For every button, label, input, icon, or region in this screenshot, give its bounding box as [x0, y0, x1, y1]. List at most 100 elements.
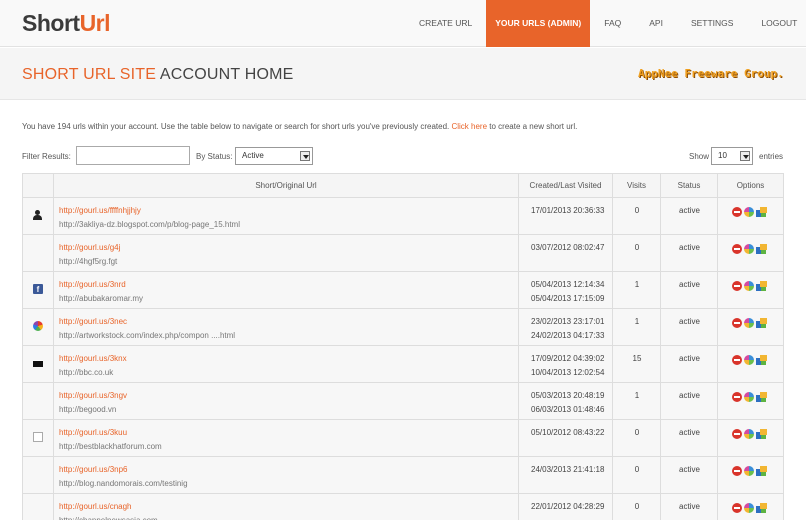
visits-count: 1: [634, 391, 640, 400]
options-cell: [717, 235, 784, 271]
status-value: active: [679, 465, 700, 474]
stats-icon[interactable]: [744, 244, 754, 254]
delete-icon[interactable]: [732, 392, 742, 402]
edit-icon[interactable]: [756, 503, 767, 514]
entries-select[interactable]: 10: [711, 147, 753, 165]
nav-your-urls-admin[interactable]: YOUR URLS (ADMIN): [486, 0, 591, 47]
short-url-link[interactable]: http://gourl.us/cnagh: [59, 502, 132, 511]
urls-table: Short/Original Url Created/Last Visited …: [22, 173, 784, 520]
nav-logout[interactable]: LOGOUT: [747, 0, 806, 47]
stats-icon[interactable]: [744, 318, 754, 328]
favicon-cell: f: [22, 272, 53, 308]
status-value: active: [679, 243, 700, 252]
delete-icon[interactable]: [732, 503, 742, 513]
options-cell: [717, 420, 784, 456]
created-date: 17/01/2013 20:36:33: [531, 206, 605, 215]
last-visited-date: 05/04/2013 17:15:09: [531, 294, 605, 303]
row-options: [732, 207, 767, 218]
nav-create-url[interactable]: CREATE URL: [405, 0, 486, 47]
edit-icon[interactable]: [756, 281, 767, 292]
edit-icon[interactable]: [756, 429, 767, 440]
watermark: AppNee Freeware Group.: [638, 67, 784, 80]
favicon-cell: [22, 346, 53, 382]
status-value: active: [679, 206, 700, 215]
status-select[interactable]: Active: [235, 147, 313, 165]
short-url-link[interactable]: http://gourl.us/ffffnhjjhjy: [59, 206, 141, 215]
stats-icon[interactable]: [744, 392, 754, 402]
original-url: http://bestblackhatforum.com: [59, 442, 162, 451]
delete-icon[interactable]: [732, 318, 742, 328]
edit-icon[interactable]: [756, 392, 767, 403]
short-url-link[interactable]: http://gourl.us/3np6: [59, 465, 128, 474]
delete-icon[interactable]: [732, 466, 742, 476]
colorball-icon: [33, 321, 43, 331]
bbc-icon: [33, 360, 43, 367]
short-url-link[interactable]: http://gourl.us/3ngv: [59, 391, 127, 400]
logo-part-url: Url: [79, 10, 111, 36]
status-cell: active: [660, 235, 717, 271]
title-bar: SHORT URL SITE ACCOUNT HOME AppNee Freew…: [0, 48, 806, 100]
last-visited-date: 06/03/2013 01:48:46: [531, 405, 605, 414]
nav-faq[interactable]: FAQ: [590, 0, 635, 47]
url-cell: http://gourl.us/ffffnhjjhjy http://3akliy…: [53, 198, 518, 234]
table-row: http://gourl.us/g4j http://4hgf5rg.fgt 03/…: [22, 235, 784, 272]
url-cell: http://gourl.us/3np6 http://blog.nandomor…: [53, 457, 518, 493]
header: ShortUrl CREATE URL YOUR URLS (ADMIN) FA…: [0, 0, 806, 47]
edit-icon[interactable]: [756, 244, 767, 255]
short-url-link[interactable]: http://gourl.us/3kuu: [59, 428, 127, 437]
url-cell: http://gourl.us/3nrd http://abubakaromar.…: [53, 272, 518, 308]
stats-icon[interactable]: [744, 355, 754, 365]
table-row: f http://gourl.us/3nrd http://abubakaromar…: [22, 272, 784, 309]
person-icon: [33, 210, 43, 220]
edit-icon[interactable]: [756, 207, 767, 218]
nav-settings[interactable]: SETTINGS: [677, 0, 748, 47]
stats-icon[interactable]: [744, 503, 754, 513]
stats-icon[interactable]: [744, 466, 754, 476]
edit-icon[interactable]: [756, 355, 767, 366]
short-url-link[interactable]: http://gourl.us/3nrd: [59, 280, 126, 289]
created-date: 05/10/2012 08:43:22: [531, 428, 605, 437]
status-cell: active: [660, 272, 717, 308]
table-row: http://gourl.us/3np6 http://blog.nandomor…: [22, 457, 784, 494]
url-cell: http://gourl.us/3knx http://bbc.co.uk: [53, 346, 518, 382]
row-options: [732, 429, 767, 440]
short-url-link[interactable]: http://gourl.us/3nec: [59, 317, 127, 326]
header-url[interactable]: Short/Original Url: [53, 174, 518, 197]
header-date[interactable]: Created/Last Visited: [518, 174, 612, 197]
row-options: [732, 392, 767, 403]
visits-count: 0: [634, 243, 640, 252]
create-new-url-link[interactable]: Click here: [451, 122, 487, 131]
favicon-cell: [22, 494, 53, 520]
delete-icon[interactable]: [732, 244, 742, 254]
status-value: active: [679, 502, 700, 511]
date-cell: 03/07/2012 08:02:47: [518, 235, 612, 271]
visits-cell: 0: [612, 198, 660, 234]
options-cell: [717, 346, 784, 382]
options-cell: [717, 457, 784, 493]
status-cell: active: [660, 309, 717, 345]
delete-icon[interactable]: [732, 429, 742, 439]
last-visited-date: 10/04/2013 12:02:54: [531, 368, 605, 377]
header-visits[interactable]: Visits: [612, 174, 660, 197]
header-status[interactable]: Status: [660, 174, 717, 197]
delete-icon[interactable]: [732, 281, 742, 291]
options-cell: [717, 198, 784, 234]
url-cell: http://gourl.us/3nec http://artworkstock.…: [53, 309, 518, 345]
created-date: 24/03/2013 21:41:18: [531, 465, 605, 474]
short-url-link[interactable]: http://gourl.us/g4j: [59, 243, 120, 252]
date-cell: 17/09/2012 04:39:02 10/04/2013 12:02:54: [518, 346, 612, 382]
logo[interactable]: ShortUrl: [22, 10, 111, 37]
short-url-link[interactable]: http://gourl.us/3knx: [59, 354, 127, 363]
stats-icon[interactable]: [744, 207, 754, 217]
filter-results-input[interactable]: [76, 146, 190, 165]
nav-api[interactable]: API: [635, 0, 677, 47]
created-date: 23/02/2013 23:17:01: [531, 317, 605, 326]
edit-icon[interactable]: [756, 466, 767, 477]
page-title: SHORT URL SITE ACCOUNT HOME: [22, 66, 294, 84]
stats-icon[interactable]: [744, 281, 754, 291]
delete-icon[interactable]: [732, 207, 742, 217]
stats-icon[interactable]: [744, 429, 754, 439]
delete-icon[interactable]: [732, 355, 742, 365]
created-date: 05/04/2013 12:14:34: [531, 280, 605, 289]
edit-icon[interactable]: [756, 318, 767, 329]
